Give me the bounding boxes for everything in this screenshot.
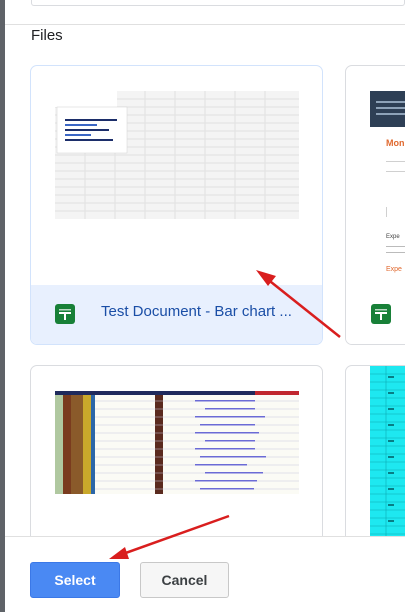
file-card-4[interactable] (345, 365, 405, 565)
file-card-3[interactable] (30, 365, 323, 565)
cancel-button[interactable]: Cancel (140, 562, 229, 598)
file-thumbnail: Mon Expe Expe (370, 91, 405, 291)
file-thumbnail (55, 91, 299, 219)
section-title: Files (31, 27, 63, 44)
sheets-icon (55, 304, 75, 324)
preview-label: Expe (386, 234, 400, 240)
file-card-test-document[interactable]: Test Document - Bar chart ... (30, 65, 323, 345)
file-card-2[interactable]: Mon Expe Expe (345, 65, 405, 345)
file-thumbnail (55, 391, 299, 494)
file-card-footer (346, 285, 405, 344)
preview-label-2: Expe (386, 266, 402, 273)
sheets-icon (371, 304, 391, 324)
left-rail (0, 0, 5, 612)
select-button[interactable]: Select (30, 562, 120, 598)
file-card-footer: Test Document - Bar chart ... (31, 285, 322, 344)
preview-heading: Mon (386, 138, 405, 148)
divider (5, 24, 405, 25)
search-field-edge[interactable] (31, 0, 405, 6)
file-title: Test Document - Bar chart ... (101, 303, 292, 320)
